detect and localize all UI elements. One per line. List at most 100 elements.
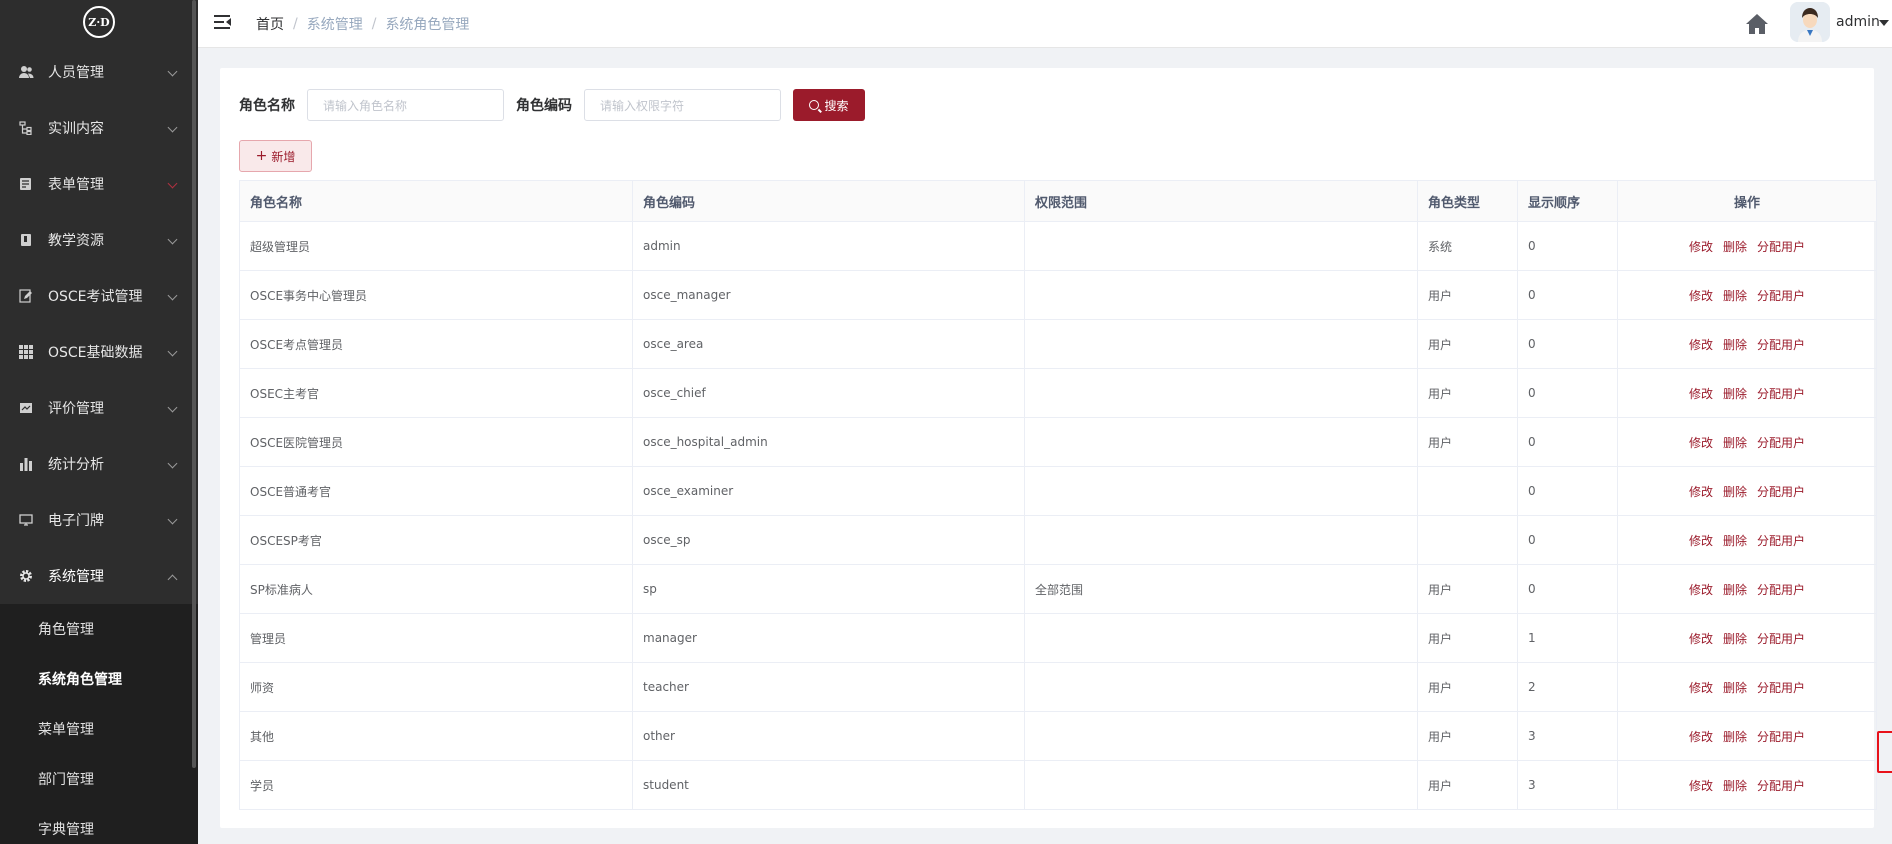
edit-link[interactable]: 修改 xyxy=(1689,338,1713,352)
edit-link[interactable]: 修改 xyxy=(1689,240,1713,254)
edit-link[interactable]: 修改 xyxy=(1689,534,1713,548)
cell-role-type: 用户 xyxy=(1417,270,1518,320)
cell-actions: 修改 删除 分配用户 xyxy=(1617,564,1877,614)
cell-role-name: 超级管理员 xyxy=(239,221,633,271)
menu-item-door-sign[interactable]: 电子门牌 xyxy=(0,492,198,548)
menu-item-training[interactable]: 实训内容 xyxy=(0,100,198,156)
chevron-down-icon xyxy=(167,458,178,469)
menu-item-forms[interactable]: 表单管理 xyxy=(0,156,198,212)
edit-link[interactable]: 修改 xyxy=(1689,730,1713,744)
menu-label: 实训内容 xyxy=(48,121,104,137)
cell-role-name: OSCE普通考官 xyxy=(239,466,633,516)
cell-role-type: 用户 xyxy=(1417,760,1518,810)
chevron-down-icon xyxy=(167,402,178,413)
cell-role-code: osce_manager xyxy=(632,270,1025,320)
chevron-down-icon xyxy=(167,290,178,301)
edit-link[interactable]: 修改 xyxy=(1689,632,1713,646)
menu-label: 系统管理 xyxy=(48,569,104,585)
breadcrumb-home[interactable]: 首页 xyxy=(256,14,284,34)
edit-link[interactable]: 修改 xyxy=(1689,289,1713,303)
role-code-input[interactable]: 请输入权限字符 xyxy=(584,89,781,121)
cell-role-name: 其他 xyxy=(239,711,633,761)
cell-actions: 修改 删除 分配用户 xyxy=(1617,515,1877,565)
role-name-input[interactable]: 请输入角色名称 xyxy=(307,89,504,121)
home-icon[interactable] xyxy=(1745,12,1769,36)
cell-order: 0 xyxy=(1517,564,1618,614)
menu-label: 表单管理 xyxy=(48,177,104,193)
delete-link[interactable]: 删除 xyxy=(1723,681,1747,695)
menu-label: OSCE基础数据 xyxy=(48,345,143,361)
avatar[interactable] xyxy=(1790,2,1830,42)
user-name[interactable]: admin xyxy=(1836,14,1880,30)
assign-user-link[interactable]: 分配用户 xyxy=(1757,338,1805,352)
cell-role-name: OSCE考点管理员 xyxy=(239,319,633,369)
delete-link[interactable]: 删除 xyxy=(1723,779,1747,793)
submenu-item-menu[interactable]: 菜单管理 xyxy=(0,704,198,754)
cell-role-code: osce_examiner xyxy=(632,466,1025,516)
assign-user-link[interactable]: 分配用户 xyxy=(1757,387,1805,401)
menu-item-statistics[interactable]: 统计分析 xyxy=(0,436,198,492)
cell-role-code: sp xyxy=(632,564,1025,614)
breadcrumb-separator: / xyxy=(371,16,377,32)
submenu-item-dictionary[interactable]: 字典管理 xyxy=(0,804,198,844)
delete-link[interactable]: 删除 xyxy=(1723,730,1747,744)
menu-item-evaluation[interactable]: 评价管理 xyxy=(0,380,198,436)
sidebar-scrollbar[interactable] xyxy=(192,0,196,768)
submenu-item-role[interactable]: 角色管理 xyxy=(0,604,198,654)
assign-user-link[interactable]: 分配用户 xyxy=(1757,534,1805,548)
submenu-item-department[interactable]: 部门管理 xyxy=(0,754,198,804)
table-row: 其他 other 用户 3 修改 删除 分配用户 xyxy=(239,711,1877,761)
assign-user-link[interactable]: 分配用户 xyxy=(1757,436,1805,450)
cell-scope xyxy=(1024,711,1418,761)
add-button[interactable]: + 新增 xyxy=(239,140,312,172)
assign-user-link[interactable]: 分配用户 xyxy=(1757,240,1805,254)
column-header-role-type: 角色类型 xyxy=(1417,180,1518,222)
cell-actions: 修改 删除 分配用户 xyxy=(1617,270,1877,320)
edit-link[interactable]: 修改 xyxy=(1689,387,1713,401)
delete-link[interactable]: 删除 xyxy=(1723,436,1747,450)
assign-user-link[interactable]: 分配用户 xyxy=(1757,289,1805,303)
hamburger-icon[interactable] xyxy=(214,14,232,30)
search-button[interactable]: 搜索 xyxy=(793,89,865,121)
assign-user-link[interactable]: 分配用户 xyxy=(1757,779,1805,793)
cell-role-type: 用户 xyxy=(1417,368,1518,418)
assign-user-link[interactable]: 分配用户 xyxy=(1757,730,1805,744)
cell-actions: 修改 删除 分配用户 xyxy=(1617,613,1877,663)
delete-link[interactable]: 删除 xyxy=(1723,534,1747,548)
edit-link[interactable]: 修改 xyxy=(1689,779,1713,793)
chevron-down-icon xyxy=(167,66,178,77)
caret-down-icon[interactable] xyxy=(1879,20,1889,26)
menu-item-teaching-resources[interactable]: 教学资源 xyxy=(0,212,198,268)
menu-item-system[interactable]: 系统管理 xyxy=(0,548,198,604)
menu-item-osce-basic-data[interactable]: OSCE基础数据 xyxy=(0,324,198,380)
assign-user-link[interactable]: 分配用户 xyxy=(1757,485,1805,499)
edit-link[interactable]: 修改 xyxy=(1689,583,1713,597)
assign-user-link[interactable]: 分配用户 xyxy=(1757,681,1805,695)
delete-link[interactable]: 删除 xyxy=(1723,240,1747,254)
users-icon xyxy=(18,64,34,80)
cell-order: 0 xyxy=(1517,515,1618,565)
cell-role-type: 系统 xyxy=(1417,221,1518,271)
delete-link[interactable]: 删除 xyxy=(1723,485,1747,499)
logo[interactable]: Z·D xyxy=(0,0,198,44)
cell-scope xyxy=(1024,466,1418,516)
submenu-item-system-role[interactable]: 系统角色管理 xyxy=(0,654,198,704)
edit-link[interactable]: 修改 xyxy=(1689,485,1713,499)
chevron-down-icon xyxy=(167,178,178,189)
delete-link[interactable]: 删除 xyxy=(1723,387,1747,401)
cell-order: 0 xyxy=(1517,221,1618,271)
edit-link[interactable]: 修改 xyxy=(1689,436,1713,450)
cell-role-type: 用户 xyxy=(1417,662,1518,712)
menu-item-osce-exam[interactable]: OSCE考试管理 xyxy=(0,268,198,324)
assign-user-link[interactable]: 分配用户 xyxy=(1757,583,1805,597)
delete-link[interactable]: 删除 xyxy=(1723,583,1747,597)
delete-link[interactable]: 删除 xyxy=(1723,632,1747,646)
delete-link[interactable]: 删除 xyxy=(1723,289,1747,303)
menu-item-personnel[interactable]: 人员管理 xyxy=(0,44,198,100)
assign-user-link[interactable]: 分配用户 xyxy=(1757,632,1805,646)
menu-label: 人员管理 xyxy=(48,65,104,81)
cell-role-type xyxy=(1417,515,1518,565)
delete-link[interactable]: 删除 xyxy=(1723,338,1747,352)
edit-link[interactable]: 修改 xyxy=(1689,681,1713,695)
cell-scope xyxy=(1024,417,1418,467)
